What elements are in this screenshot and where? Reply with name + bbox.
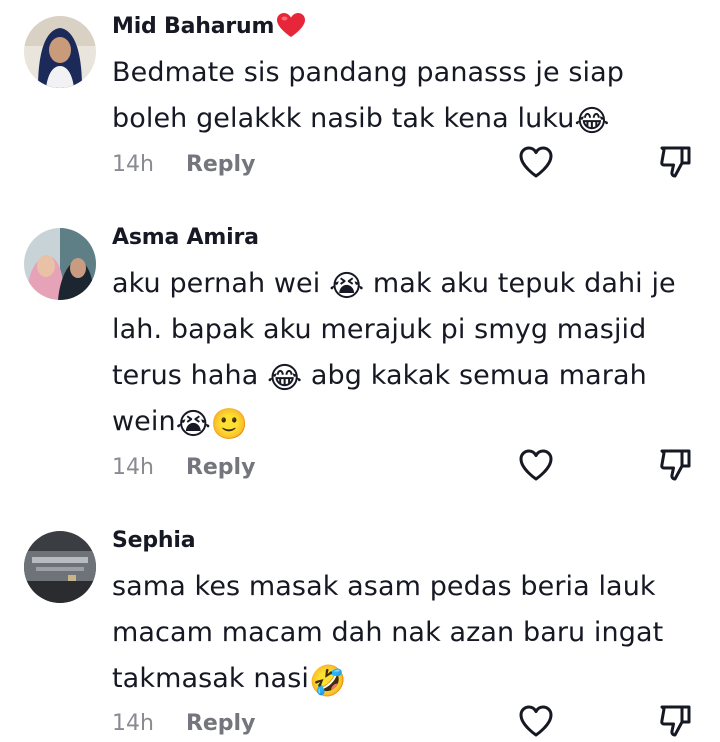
timestamp: 14h (112, 151, 154, 177)
heart-emoji-icon (276, 12, 306, 44)
laughing-tears-emoji: 😂 (267, 361, 303, 396)
loudly-crying-emoji: 😭 (329, 269, 365, 304)
username[interactable]: Asma Amira (112, 225, 259, 250)
comment-meta: 14h Reply (112, 452, 255, 482)
thumbs-down-outline-icon[interactable] (658, 143, 694, 183)
reply-button[interactable]: Reply (186, 152, 256, 177)
thumbs-down-outline-icon[interactable] (658, 446, 694, 486)
avatar[interactable] (24, 531, 96, 603)
avatar[interactable] (24, 228, 96, 300)
comment-text: Bedmate sis pandang panasss je siap bole… (112, 57, 625, 139)
heart-outline-icon[interactable] (518, 704, 554, 742)
rolling-laughing-emoji: 🤣 (308, 664, 347, 699)
comment-text: sama kes masak asam pedas beria lauk mac… (112, 571, 664, 699)
comment-text: aku pernah wei 😭 mak aku tepuk dahi je l… (112, 268, 676, 442)
username[interactable]: Sephia (112, 528, 196, 553)
heart-outline-icon[interactable] (518, 448, 554, 486)
thumbs-down-outline-icon[interactable] (658, 702, 694, 742)
slightly-smiling-emoji: 🙂 (210, 407, 249, 442)
timestamp: 14h (112, 710, 154, 736)
loudly-crying-emoji: 😭 (175, 407, 211, 442)
timestamp: 14h (112, 454, 154, 480)
username[interactable]: Mid Baharum (112, 12, 306, 44)
comment-meta: 14h Reply (112, 708, 255, 738)
comment-meta: 14h Reply (112, 149, 255, 179)
laughing-tears-emoji: 😂 (574, 104, 610, 139)
reply-button[interactable]: Reply (186, 711, 256, 736)
heart-outline-icon[interactable] (518, 145, 554, 183)
reply-button[interactable]: Reply (186, 455, 256, 480)
avatar[interactable] (24, 16, 96, 88)
